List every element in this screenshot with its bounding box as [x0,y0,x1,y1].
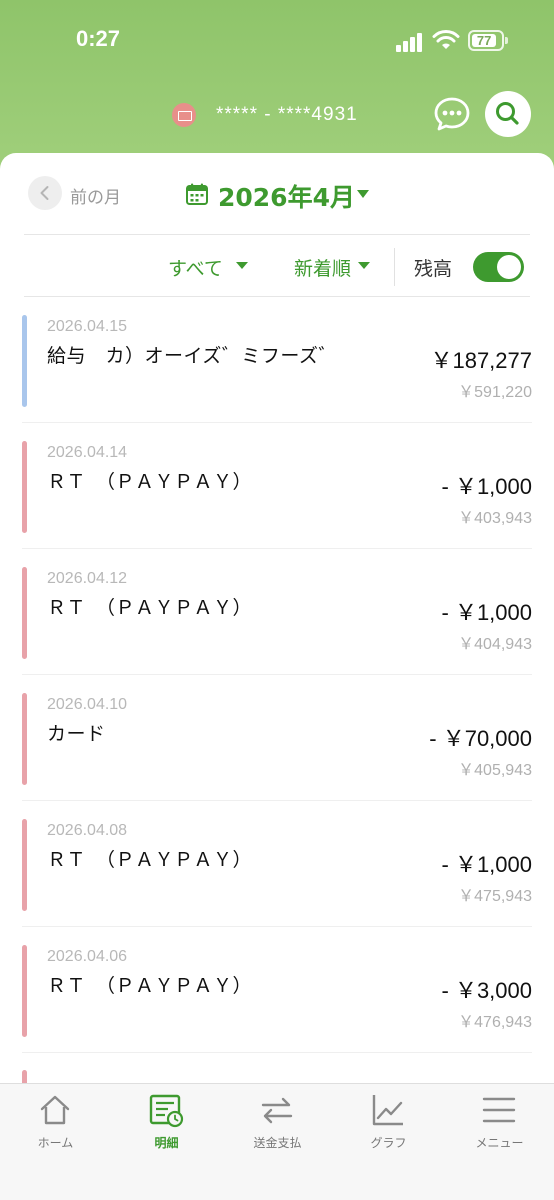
type-filter-label: すべて [168,258,223,280]
chevron-down-icon [236,262,248,269]
card-icon [172,103,196,127]
expense-indicator [22,945,27,1037]
transaction-date: 2026.04.15 [47,318,128,335]
transaction-balance: ￥404,943 [458,636,532,653]
chat-bubble-icon[interactable] [432,94,472,134]
tab-graph-label: グラフ [370,1136,407,1150]
transaction-balance: ￥591,220 [458,384,532,401]
transaction-description: カード [47,723,106,745]
filter-divider [394,248,395,286]
tab-graph[interactable]: グラフ [333,1084,444,1164]
tab-transfer-label: 送金支払 [253,1136,302,1150]
transaction-description: ＲＴ （ＰＡＹＰＡＹ） [47,975,253,997]
transaction-balance: ￥405,943 [458,762,532,779]
graph-icon [372,1095,403,1126]
transaction-row[interactable]: 2026.04.12 ＲＴ （ＰＡＹＰＡＹ） - ￥1,000 ￥404,943 [0,549,554,675]
toggle-knob [497,255,521,279]
statement-icon [149,1094,184,1128]
home-icon [40,1095,70,1125]
expense-indicator [22,567,27,659]
tab-transfer[interactable]: 送金支払 [222,1084,333,1164]
current-month: 2026年4月 [218,183,355,212]
transaction-balance: ￥475,943 [458,888,532,905]
transaction-amount: - ￥1,000 [441,852,533,877]
tab-menu-label: メニュー [475,1136,524,1150]
battery-icon: 77 [468,30,504,51]
tab-menu[interactable]: メニュー [444,1084,554,1164]
income-indicator [22,315,27,407]
transaction-date: 2026.04.06 [47,948,128,965]
transaction-balance: ￥403,943 [458,510,532,527]
transaction-row[interactable]: 2026.04.10 カード - ￥70,000 ￥405,943 [0,675,554,801]
transaction-amount: - ￥70,000 [429,726,532,751]
cellular-signal-icon [396,32,426,52]
prev-month-label: 前の月 [70,188,121,208]
tab-home-label: ホーム [37,1136,74,1150]
prev-month-circle [28,176,62,210]
status-bar: 0:27 77 [0,0,554,80]
transaction-date: 2026.04.10 [47,696,128,713]
transaction-description: 給与 カ）オーイズ゛ミフーズ゛ [47,345,338,367]
transaction-amount: - ￥1,000 [441,474,533,499]
transaction-row[interactable]: 2026.04.15 給与 カ）オーイズ゛ミフーズ゛ ￥187,277 ￥591… [0,297,554,423]
divider [24,234,530,235]
battery-tip [505,37,508,44]
transaction-description: ＲＴ （ＰＡＹＰＡＹ） [47,597,253,619]
balance-toggle[interactable] [473,252,524,282]
search-icon [496,102,519,125]
bottom-tab-bar: ホーム 明細 送金支払 グラフ メニュー [0,1083,554,1200]
transaction-amount: - ￥3,000 [441,978,533,1003]
transfer-icon [261,1097,293,1124]
transaction-date: 2026.04.08 [47,822,128,839]
transaction-date: 2026.04.12 [47,570,128,587]
chevron-down-icon [357,190,369,198]
sort-filter-label: 新着順 [294,258,352,280]
transaction-row[interactable]: 2026.04.06 ＲＴ （ＰＡＹＰＡＹ） - ￥3,000 ￥476,943 [0,927,554,1053]
transaction-amount: - ￥1,000 [441,600,533,625]
type-filter[interactable]: すべて [168,254,248,282]
chevron-left-icon [40,186,49,200]
sort-filter[interactable]: 新着順 [294,254,370,282]
transaction-row[interactable]: 2026.04.14 ＲＴ （ＰＡＹＰＡＹ） - ￥1,000 ￥403,943 [0,423,554,549]
search-button[interactable] [485,91,531,137]
tab-statement[interactable]: 明細 [111,1084,222,1164]
expense-indicator [22,693,27,785]
transaction-amount: ￥187,277 [430,348,532,373]
calendar-icon [186,183,208,205]
transaction-balance: ￥476,943 [458,1014,532,1031]
transaction-row[interactable]: 2026.04.08 ＲＴ （ＰＡＹＰＡＹ） - ￥1,000 ￥475,943 [0,801,554,927]
balance-toggle-label: 残高 [414,258,453,280]
account-number: ***** - ****4931 [216,104,358,125]
wifi-icon [432,30,460,49]
chevron-down-icon [358,262,370,269]
menu-icon [482,1097,516,1123]
expense-indicator [22,441,27,533]
tab-statement-label: 明細 [154,1136,179,1150]
transaction-description: ＲＴ （ＰＡＹＰＡＹ） [47,849,253,871]
transaction-description: ＲＴ （ＰＡＹＰＡＹ） [47,471,253,493]
transaction-date: 2026.04.14 [47,444,128,461]
tab-home[interactable]: ホーム [0,1084,111,1164]
status-time: 0:27 [76,26,121,51]
expense-indicator [22,819,27,911]
battery-level: 77 [472,34,497,47]
